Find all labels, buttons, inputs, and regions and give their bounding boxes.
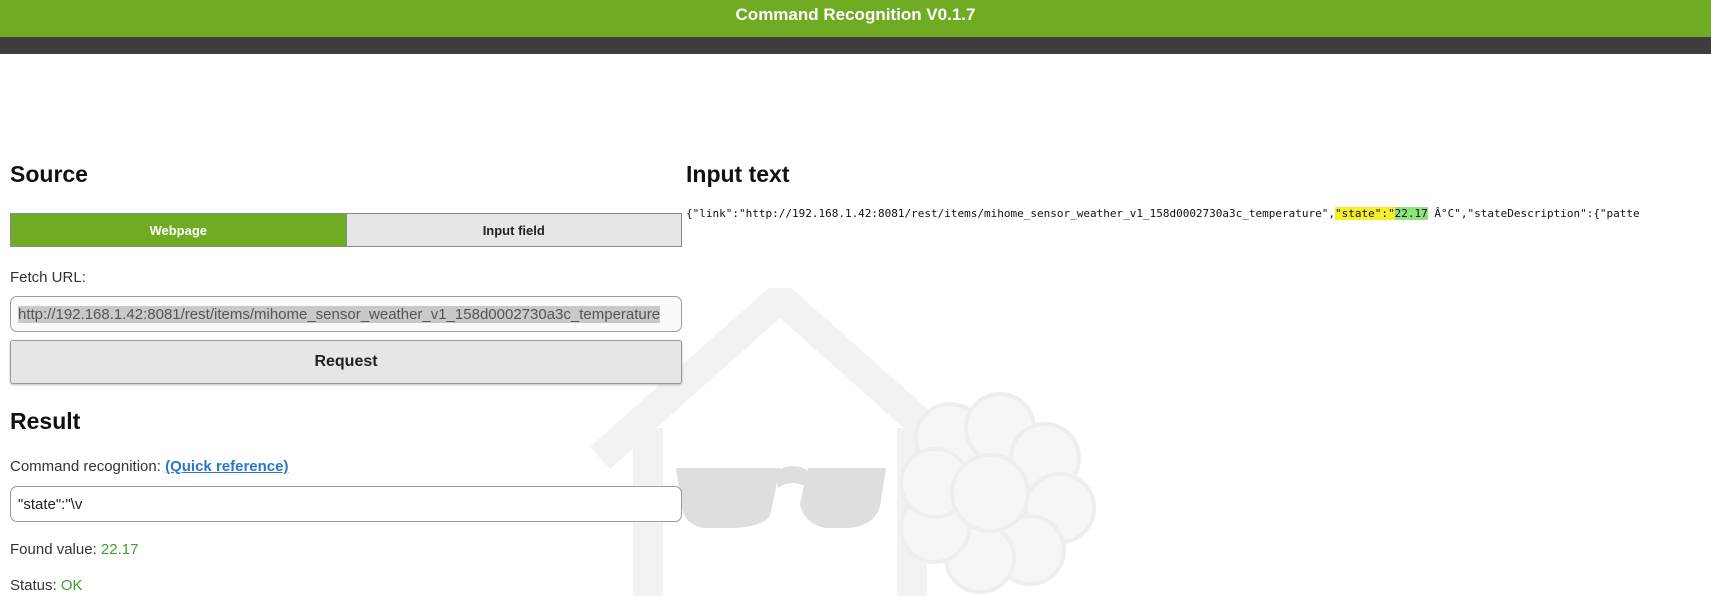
fetch-url-input[interactable]: http://192.168.1.42:8081/rest/items/miho… bbox=[10, 296, 682, 332]
tab-webpage[interactable]: Webpage bbox=[11, 214, 346, 246]
header-divider-bar bbox=[0, 37, 1711, 54]
app-title: Command Recognition V0.1.7 bbox=[735, 5, 976, 24]
input-text-value-highlight: 22.17 bbox=[1394, 207, 1428, 220]
status-value: OK bbox=[60, 577, 83, 594]
status-row: Status: OK bbox=[10, 577, 83, 594]
found-value-row: Found value: 22.17 bbox=[10, 541, 138, 558]
input-text-content: {"link":"http://192.168.1.42:8081/rest/i… bbox=[686, 207, 1706, 225]
input-text-prefix: {"link":"http://192.168.1.42:8081/rest/i… bbox=[686, 207, 1336, 220]
command-recognition-row: Command recognition: (Quick reference) bbox=[10, 458, 288, 475]
found-value: 22.17 bbox=[100, 541, 139, 558]
status-label: Status: bbox=[10, 577, 57, 594]
found-value-label: Found value: bbox=[10, 541, 97, 558]
fetch-url-value: http://192.168.1.42:8081/rest/items/miho… bbox=[18, 305, 661, 323]
input-text-match-highlight: "state":" bbox=[1335, 207, 1395, 220]
tab-input-field[interactable]: Input field bbox=[345, 214, 681, 246]
quick-reference-link[interactable]: (Quick reference) bbox=[165, 458, 288, 475]
request-button[interactable]: Request bbox=[10, 340, 682, 384]
command-recognition-input[interactable]: "state":"\v bbox=[10, 486, 682, 522]
source-title: Source bbox=[10, 161, 88, 187]
openhab-house-sunglasses-raspberry-icon bbox=[590, 288, 1096, 596]
command-recognition-label: Command recognition: bbox=[10, 458, 161, 475]
fetch-url-label: Fetch URL: bbox=[10, 269, 86, 286]
source-tabs: Webpage Input field bbox=[10, 213, 682, 247]
app-header: Command Recognition V0.1.7 bbox=[0, 0, 1711, 37]
command-recognition-value: "state":"\v bbox=[18, 495, 83, 513]
input-text-suffix: Â°C","stateDescription":{"patte bbox=[1427, 207, 1640, 220]
result-title: Result bbox=[10, 408, 81, 434]
input-text-title: Input text bbox=[686, 161, 790, 187]
